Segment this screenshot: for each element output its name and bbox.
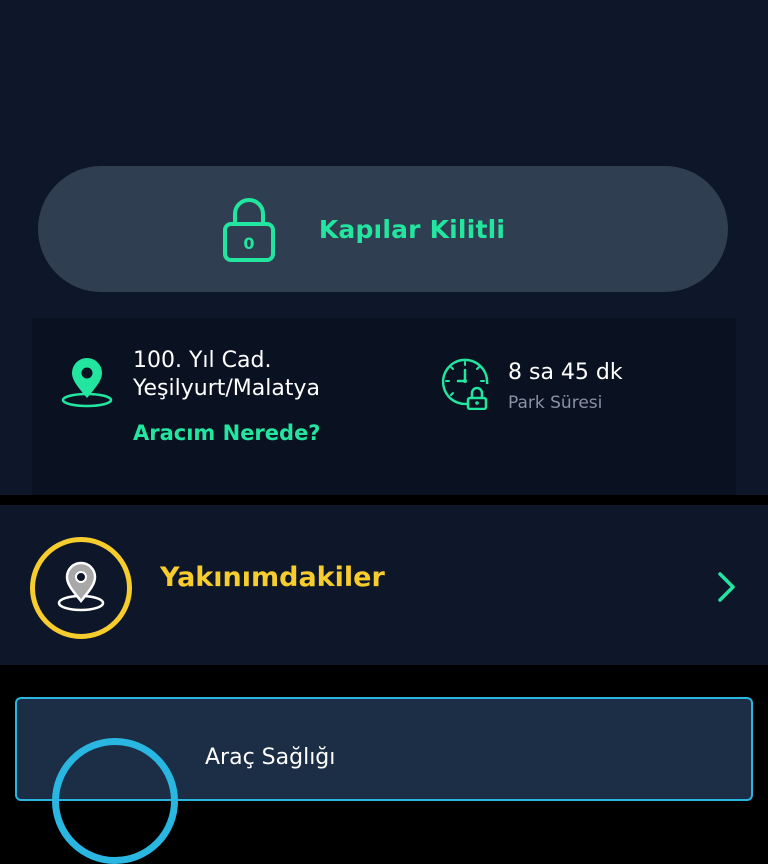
clock-lock-icon [441, 358, 489, 410]
chevron-right-icon[interactable] [716, 570, 738, 604]
park-duration-value: 8 sa 45 dk [508, 360, 623, 385]
nearby-icon-circle [30, 537, 132, 639]
vehicle-health-ring [52, 738, 178, 864]
vehicle-health-label: Araç Sağlığı [205, 745, 336, 770]
lock-badge: 0 [243, 234, 254, 253]
park-duration-label: Park Süresi [508, 393, 603, 413]
map-pin-icon [57, 561, 105, 612]
lock-status-label: Kapılar Kilitli [318, 214, 506, 244]
parking-info-card [32, 318, 736, 495]
address-line-1: 100. Yıl Cad. [133, 348, 272, 373]
address-line-2: Yeşilyurt/Malatya [133, 376, 320, 401]
door-lock-button[interactable]: 0 Kapılar Kilitli [38, 166, 728, 292]
where-is-my-car-link[interactable]: Aracım Nerede? [133, 421, 321, 445]
nearby-label: Yakınımdakiler [160, 562, 385, 593]
map-pin-icon [61, 358, 113, 408]
padlock-icon: 0 [222, 198, 275, 262]
